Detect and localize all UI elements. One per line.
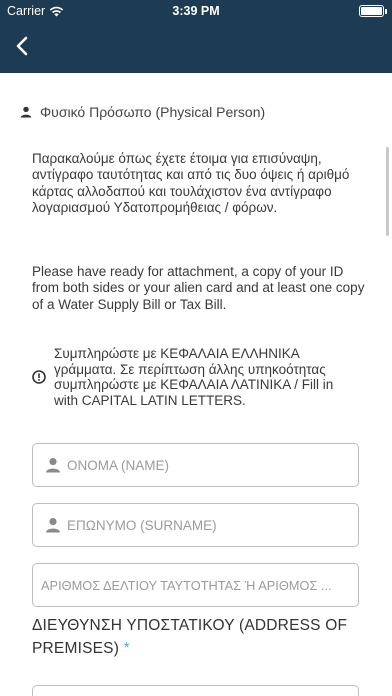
status-time: 3:39 PM <box>172 4 220 18</box>
section-heading: Φυσικό Πρόσωπο (Physical Person) <box>20 104 265 120</box>
scrollbar[interactable] <box>386 147 389 236</box>
surname-placeholder: ΕΠΩΝΥΜΟ (SURNAME) <box>67 517 217 533</box>
instructions-greek: Παρακαλούμε όπως έχετε έτοιμα για επισύν… <box>32 151 350 215</box>
id-number-field[interactable]: ΑΡΙΘΜΟΣ ΔΕΛΤΙΟΥ ΤΑΥΤΟΤΗΤΑΣ Ή ΑΡΙΘΜΟΣ ... <box>32 563 359 607</box>
chevron-left-icon[interactable] <box>10 33 36 59</box>
address-label-text: ΔΙΕΥΘΥΝΣΗ ΥΠΟΣΤΑΤΙΚΟΥ (ADDRESS OF PREMIS… <box>32 617 348 657</box>
surname-field[interactable]: ΕΠΩΝΥΜΟ (SURNAME) <box>32 503 359 547</box>
person-icon <box>46 458 60 473</box>
person-icon <box>20 106 32 118</box>
section-title: Φυσικό Πρόσωπο (Physical Person) <box>40 104 266 120</box>
battery-icon <box>359 5 387 17</box>
id-number-placeholder: ΑΡΙΘΜΟΣ ΔΕΛΤΙΟΥ ΤΑΥΤΟΤΗΤΑΣ Ή ΑΡΙΘΜΟΣ ... <box>41 577 332 593</box>
top-navigation-bar: Carrier 3:39 PM <box>0 0 392 73</box>
instructions-english: Please have ready for attachment, a copy… <box>32 264 365 312</box>
info-circle-icon <box>32 370 46 384</box>
name-placeholder: ΟΝΟΜΑ (NAME) <box>67 457 170 473</box>
capital-letters-notice: Συμπληρώστε με ΚΕΦΑΛΑΙΑ ΕΛΛΗΝΙΚΑ γράμματ… <box>32 346 362 408</box>
required-marker: * <box>123 640 130 657</box>
name-field[interactable]: ΟΝΟΜΑ (NAME) <box>32 443 359 487</box>
address-of-premises-label: ΔΙΕΥΘΥΝΣΗ ΥΠΟΣΤΑΤΙΚΟΥ (ADDRESS OF PREMIS… <box>32 614 372 660</box>
person-icon <box>46 518 60 533</box>
notice-text: Συμπληρώστε με ΚΕΦΑΛΑΙΑ ΕΛΛΗΝΙΚΑ γράμματ… <box>54 346 334 408</box>
address-field[interactable] <box>32 685 359 696</box>
status-bar: Carrier 3:39 PM <box>0 0 392 22</box>
